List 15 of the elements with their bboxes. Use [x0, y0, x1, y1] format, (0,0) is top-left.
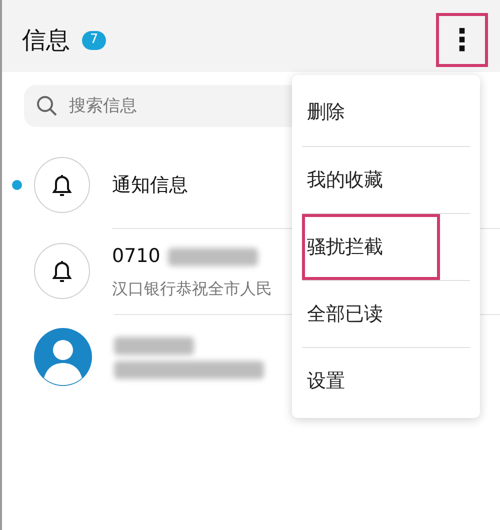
menu-item[interactable]: 全部已读 [302, 300, 383, 328]
bell-icon [51, 172, 73, 198]
message-preview: 汉口银行恭祝全市人民 [112, 278, 272, 300]
search-icon [36, 95, 58, 117]
bell-icon [51, 258, 73, 284]
menu-item[interactable]: 骚扰拦截 [302, 214, 440, 280]
more-options-button[interactable]: ⋮ [436, 13, 488, 67]
unread-count-badge: 7 [82, 30, 106, 50]
conversation-name: 0710 [112, 244, 160, 270]
screen-title: 信息 [22, 25, 70, 56]
menu-item[interactable]: 设置 [302, 366, 345, 396]
conversation-name: 通知信息 [112, 172, 188, 198]
menu-item[interactable]: 我的收藏 [302, 166, 383, 194]
menu-item[interactable]: 删除 [302, 98, 345, 127]
contact-avatar [34, 328, 92, 386]
